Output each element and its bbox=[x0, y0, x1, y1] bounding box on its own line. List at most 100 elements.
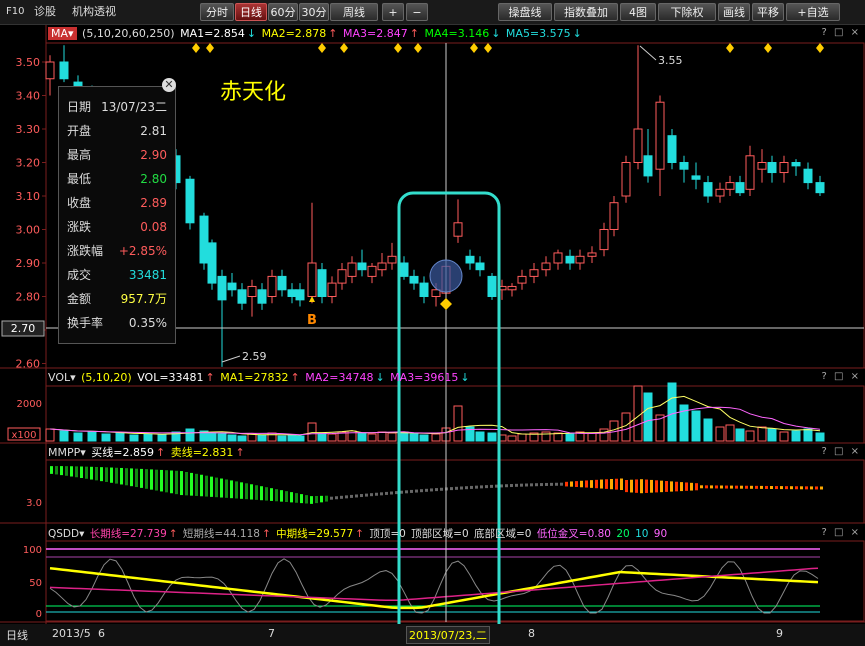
info-value: 2.80 bbox=[140, 172, 167, 186]
mmpp-bar bbox=[455, 486, 458, 490]
ma-params: (5,10,20,60,250) bbox=[82, 27, 175, 40]
info-value: 2.89 bbox=[140, 196, 167, 210]
mmpp-bar bbox=[65, 466, 68, 476]
mmpp-dropdown[interactable]: MMPP▾ bbox=[48, 446, 86, 459]
mmpp-bar bbox=[710, 485, 713, 489]
mmpp-bar bbox=[275, 489, 278, 502]
volume-bar bbox=[207, 432, 217, 442]
mmpp-bar bbox=[635, 479, 638, 493]
candle-body bbox=[587, 252, 597, 257]
zoom-in-button[interactable]: + bbox=[382, 3, 404, 21]
qsdd-panel-controls[interactable]: ? □ × bbox=[822, 527, 862, 538]
mmpp-bar bbox=[595, 479, 598, 489]
qsdd-dropdown[interactable]: QSDD▾ bbox=[48, 528, 84, 540]
vol-unit-text: x100 bbox=[11, 430, 36, 441]
vol-dropdown[interactable]: VOL▾ bbox=[48, 371, 76, 384]
candle-body bbox=[679, 162, 689, 170]
draw-line-button[interactable]: 画线 bbox=[718, 3, 750, 21]
mmpp-bar bbox=[645, 479, 648, 493]
mmpp-bar bbox=[250, 484, 253, 500]
candle-body bbox=[409, 275, 419, 284]
date-label: 6 bbox=[98, 627, 105, 640]
xiachuquan-dropdown[interactable]: 下除权 bbox=[658, 3, 716, 21]
mmpp-bar bbox=[225, 479, 228, 498]
mmpp-bar bbox=[630, 479, 633, 493]
mmpp-panel-controls[interactable]: ? □ × bbox=[822, 446, 862, 457]
signal-diamond-icon bbox=[318, 43, 326, 53]
mmpp-bar bbox=[745, 485, 748, 489]
candle-body bbox=[541, 262, 551, 271]
mmpp-bar bbox=[150, 469, 153, 490]
m60-button[interactable]: 60分 bbox=[268, 3, 298, 21]
four-chart-dropdown[interactable]: 4图 bbox=[620, 3, 656, 21]
price-tick-label: 2.80 bbox=[16, 291, 41, 304]
signal-diamond-icon bbox=[726, 43, 734, 53]
mmpp-bar bbox=[700, 485, 703, 489]
candle-body bbox=[735, 182, 745, 194]
period-dropdown[interactable]: 日线 bbox=[6, 627, 28, 643]
close-icon[interactable]: ✕ bbox=[162, 78, 176, 92]
mmpp-bar bbox=[390, 491, 393, 495]
qsdd-long: 长期线=27.739 bbox=[89, 528, 167, 540]
signal-diamond-icon bbox=[192, 43, 200, 53]
mmpp-bar bbox=[370, 493, 373, 497]
mmpp-sell-line: 卖线=2.831 bbox=[170, 446, 234, 459]
mmpp-bar bbox=[430, 488, 433, 492]
mmpp-bar bbox=[410, 489, 413, 493]
signal-diamond-icon bbox=[206, 43, 214, 53]
volume-bar bbox=[247, 433, 257, 442]
add-favorite-dropdown[interactable]: +自选 bbox=[786, 3, 840, 21]
volume-bar bbox=[553, 432, 563, 442]
qsdd-axis-100: 100 bbox=[23, 545, 42, 556]
pan-button[interactable]: 平移 bbox=[752, 3, 784, 21]
zoom-out-button[interactable]: − bbox=[406, 3, 428, 21]
price-tick-label: 3.50 bbox=[16, 56, 41, 69]
ma4-arrow: ↓ bbox=[491, 27, 501, 40]
vol-ma3-arrow: ↓ bbox=[460, 371, 470, 384]
date-axis: 日线 2013/5 6 7 8 9 2013/07/23,二 bbox=[0, 624, 865, 646]
vol-ma1-arrow: ↑ bbox=[290, 371, 300, 384]
mmpp-bar bbox=[340, 495, 343, 499]
volume-bar bbox=[317, 432, 327, 442]
mmpp-bar bbox=[540, 483, 543, 487]
diagnose-button[interactable]: 诊股 bbox=[34, 4, 56, 20]
volume-bar bbox=[725, 424, 735, 442]
mmpp-bar bbox=[50, 466, 53, 474]
volume-bar bbox=[453, 405, 463, 442]
fenshi-button[interactable]: 分时 bbox=[200, 3, 234, 21]
ma4-value: MA4=3.146 bbox=[424, 27, 490, 40]
candle-body bbox=[745, 155, 755, 190]
candle-body bbox=[655, 101, 665, 170]
mmpp-bar bbox=[200, 474, 203, 497]
mmpp-bar bbox=[170, 470, 173, 494]
volume-bar bbox=[129, 434, 139, 442]
mmpp-bar bbox=[320, 495, 323, 503]
rixian-button[interactable]: 日线 bbox=[235, 3, 267, 21]
m30-button[interactable]: 30分 bbox=[299, 3, 329, 21]
candle-body bbox=[475, 262, 485, 271]
signal-diamond-icon bbox=[470, 43, 478, 53]
mmpp-bar bbox=[725, 485, 728, 489]
mmpp-bar bbox=[345, 495, 348, 499]
candle-body bbox=[317, 269, 327, 298]
volume-bar bbox=[815, 432, 825, 442]
current-price-text: 2.70 bbox=[11, 322, 36, 335]
ma-dropdown[interactable]: MA▾ bbox=[48, 27, 77, 40]
volume-bar bbox=[779, 431, 789, 442]
volume-bar bbox=[115, 432, 125, 442]
main-panel-controls[interactable]: ? □ × bbox=[822, 27, 862, 38]
candle-body bbox=[185, 178, 195, 224]
institution-button[interactable]: 机构透视 bbox=[72, 4, 116, 20]
vol-panel-controls[interactable]: ? □ × bbox=[822, 371, 862, 382]
caopanxian-dropdown[interactable]: 操盘线 bbox=[498, 3, 552, 21]
qsdd-bottom-zone: 底部区域=0 bbox=[473, 528, 532, 540]
mmpp-bar bbox=[425, 488, 428, 492]
zhouxian-dropdown[interactable]: 周线 bbox=[330, 3, 378, 21]
volume-bar bbox=[487, 432, 497, 442]
index-overlay-dropdown[interactable]: 指数叠加 bbox=[554, 3, 618, 21]
f10-button[interactable]: F10 bbox=[6, 4, 24, 20]
info-value: +2.85% bbox=[118, 244, 167, 258]
volume-bar bbox=[703, 418, 713, 442]
candle-body bbox=[599, 229, 609, 251]
volume-bar bbox=[745, 430, 755, 442]
